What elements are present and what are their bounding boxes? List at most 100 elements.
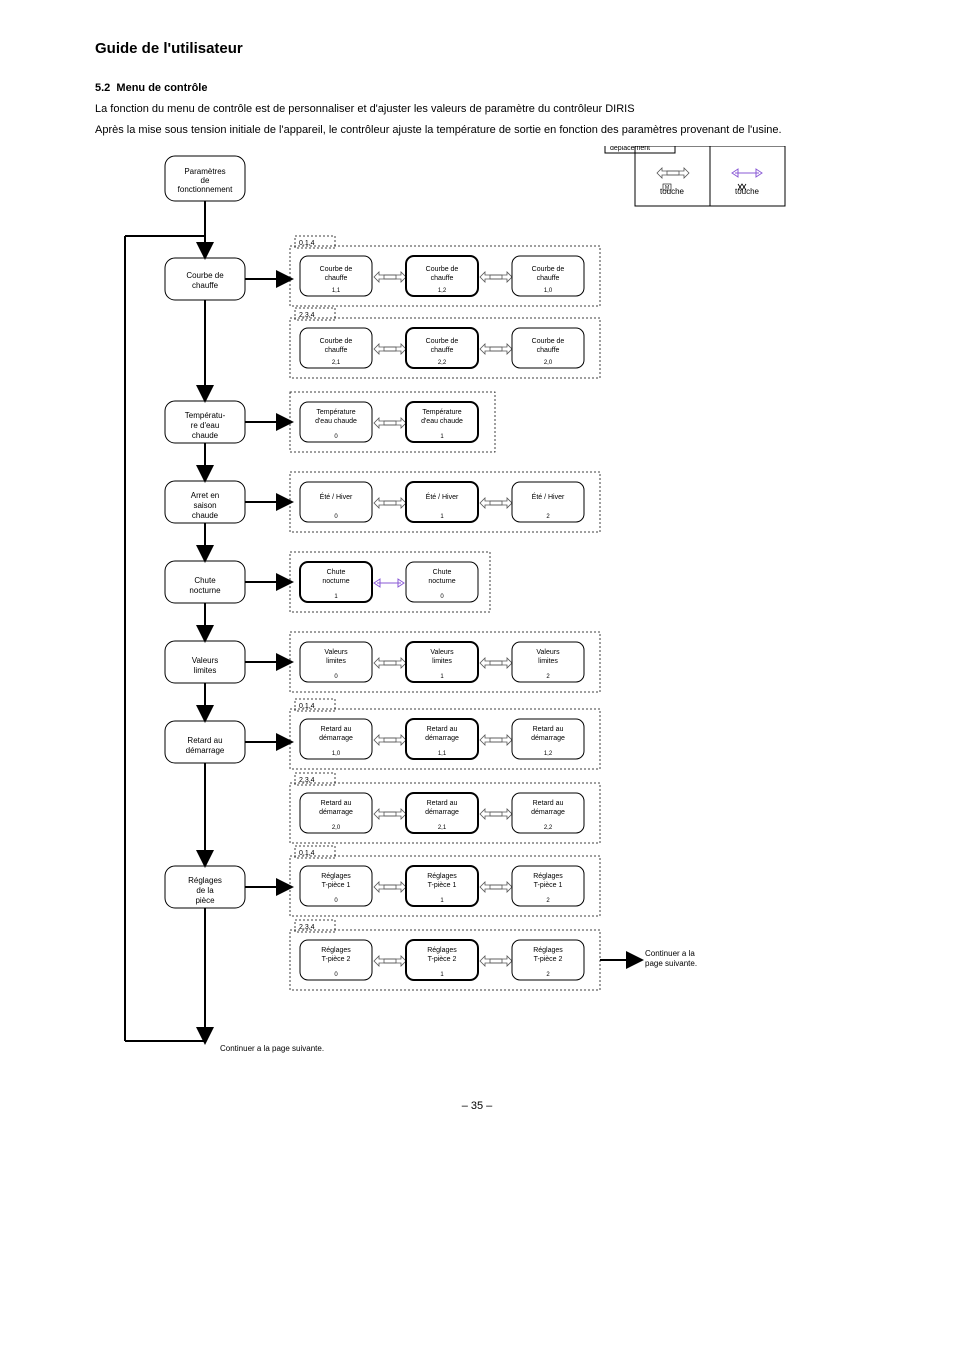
svg-text:déplacement: déplacement	[610, 146, 650, 152]
svg-text:2: 2	[546, 972, 550, 978]
svg-text:Continuer a la page suivante.: Continuer a la page suivante.	[220, 1044, 324, 1053]
svg-text:1: 1	[440, 972, 444, 978]
section-p2: Après la mise sous tension initiale de l…	[95, 123, 859, 138]
svg-text:Valeurs: Valeurs	[430, 649, 454, 656]
svg-text:démarrage: démarrage	[425, 809, 459, 816]
svg-text:Courbe de: Courbe de	[320, 338, 353, 345]
svg-text:Réglages: Réglages	[533, 947, 563, 954]
svg-text:de: de	[201, 176, 210, 185]
svg-text:0: 0	[440, 594, 444, 600]
svg-text:M: M	[665, 185, 669, 191]
svg-text:1,1: 1,1	[438, 751, 447, 757]
svg-text:2,1: 2,1	[438, 825, 447, 831]
svg-text:chauffe: chauffe	[431, 275, 454, 282]
svg-text:Valeurs: Valeurs	[192, 656, 219, 665]
svg-text:Retard au: Retard au	[533, 726, 564, 733]
svg-text:Réglages: Réglages	[427, 947, 457, 954]
svg-text:Chute: Chute	[194, 576, 216, 585]
svg-text:page suivante.: page suivante.	[645, 959, 697, 968]
svg-text:Continuer a la: Continuer a la	[645, 949, 695, 958]
svg-text:0: 0	[334, 898, 338, 904]
svg-text:démarrage: démarrage	[531, 809, 565, 816]
svg-text:2,0: 2,0	[332, 825, 341, 831]
svg-text:T-pièce 2: T-pièce 2	[534, 956, 563, 963]
svg-text:chauffe: chauffe	[325, 275, 348, 282]
svg-text:2,1: 2,1	[332, 360, 341, 366]
svg-text:Réglages: Réglages	[427, 873, 457, 880]
svg-text:démarrage: démarrage	[186, 746, 225, 755]
svg-text:1: 1	[334, 594, 338, 600]
svg-text:saison: saison	[193, 501, 216, 510]
svg-text:0: 0	[334, 434, 338, 440]
svg-text:2,3,4: 2,3,4	[299, 924, 315, 931]
svg-text:limites: limites	[326, 658, 346, 665]
svg-text:chaude: chaude	[192, 511, 219, 520]
svg-text:Retard au: Retard au	[321, 726, 352, 733]
svg-text:chauffe: chauffe	[192, 281, 219, 290]
svg-text:0: 0	[334, 674, 338, 680]
svg-text:Arret en: Arret en	[191, 491, 219, 500]
section-number: 5.2	[95, 82, 110, 94]
svg-text:Courbe de: Courbe de	[186, 271, 224, 280]
svg-text:0,1,4: 0,1,4	[299, 703, 315, 710]
svg-text:1: 1	[440, 434, 444, 440]
svg-text:Températu-: Températu-	[185, 411, 226, 420]
svg-text:touche: touche	[660, 187, 685, 196]
svg-text:1: 1	[440, 674, 444, 680]
svg-text:1: 1	[440, 898, 444, 904]
svg-text:Courbe de: Courbe de	[532, 338, 565, 345]
svg-text:d'eau chaude: d'eau chaude	[315, 418, 357, 425]
svg-text:1,1: 1,1	[332, 288, 341, 294]
svg-text:Été / Hiver: Été / Hiver	[320, 492, 353, 501]
svg-text:démarrage: démarrage	[425, 735, 459, 742]
svg-text:nocturne: nocturne	[322, 578, 349, 585]
svg-text:T-pièce 1: T-pièce 1	[534, 882, 563, 889]
svg-text:0,1,4: 0,1,4	[299, 850, 315, 857]
page-title: Guide de l'utilisateur	[95, 40, 859, 57]
svg-text:2,3,4: 2,3,4	[299, 312, 315, 319]
svg-text:Retard au: Retard au	[187, 736, 222, 745]
svg-text:2: 2	[546, 514, 550, 520]
svg-text:fonctionnement: fonctionnement	[178, 185, 233, 194]
svg-text:chauffe: chauffe	[431, 347, 454, 354]
svg-text:Courbe de: Courbe de	[426, 338, 459, 345]
svg-text:Courbe de: Courbe de	[532, 266, 565, 273]
svg-text:Retard au: Retard au	[427, 726, 458, 733]
svg-text:2,2: 2,2	[544, 825, 553, 831]
svg-text:re d'eau: re d'eau	[191, 421, 220, 430]
svg-text:0: 0	[334, 514, 338, 520]
svg-text:Courbe de: Courbe de	[320, 266, 353, 273]
svg-text:Réglages: Réglages	[188, 876, 222, 885]
svg-text:T-pièce 1: T-pièce 1	[428, 882, 457, 889]
svg-text:Chute: Chute	[433, 569, 452, 576]
flowchart: Touche de déplacement touche touche M Pa…	[95, 146, 855, 1076]
svg-text:d'eau chaude: d'eau chaude	[421, 418, 463, 425]
svg-text:démarrage: démarrage	[531, 735, 565, 742]
svg-text:Courbe de: Courbe de	[426, 266, 459, 273]
svg-text:Chute: Chute	[327, 569, 346, 576]
svg-text:nocturne: nocturne	[189, 586, 221, 595]
svg-text:chauffe: chauffe	[537, 347, 560, 354]
svg-text:Valeurs: Valeurs	[324, 649, 348, 656]
svg-text:Réglages: Réglages	[321, 873, 351, 880]
svg-text:T-pièce 2: T-pièce 2	[428, 956, 457, 963]
svg-text:1,2: 1,2	[438, 288, 447, 294]
svg-text:nocturne: nocturne	[428, 578, 455, 585]
svg-text:2,2: 2,2	[438, 360, 447, 366]
svg-text:Température: Température	[316, 409, 355, 416]
svg-text:2: 2	[546, 674, 550, 680]
section-p1: La fonction du menu de contrôle est de p…	[95, 102, 859, 117]
svg-text:chauffe: chauffe	[325, 347, 348, 354]
legend-box: Touche de déplacement touche touche M	[605, 146, 785, 206]
svg-text:de la: de la	[196, 886, 214, 895]
svg-text:Retard au: Retard au	[427, 800, 458, 807]
svg-text:limites: limites	[432, 658, 452, 665]
svg-text:1,2: 1,2	[544, 751, 553, 757]
svg-text:chaude: chaude	[192, 431, 219, 440]
svg-text:1,0: 1,0	[332, 751, 341, 757]
svg-text:Réglages: Réglages	[321, 947, 351, 954]
svg-text:limites: limites	[538, 658, 558, 665]
svg-text:démarrage: démarrage	[319, 809, 353, 816]
svg-text:1,0: 1,0	[544, 288, 553, 294]
svg-text:Température: Température	[422, 409, 461, 416]
